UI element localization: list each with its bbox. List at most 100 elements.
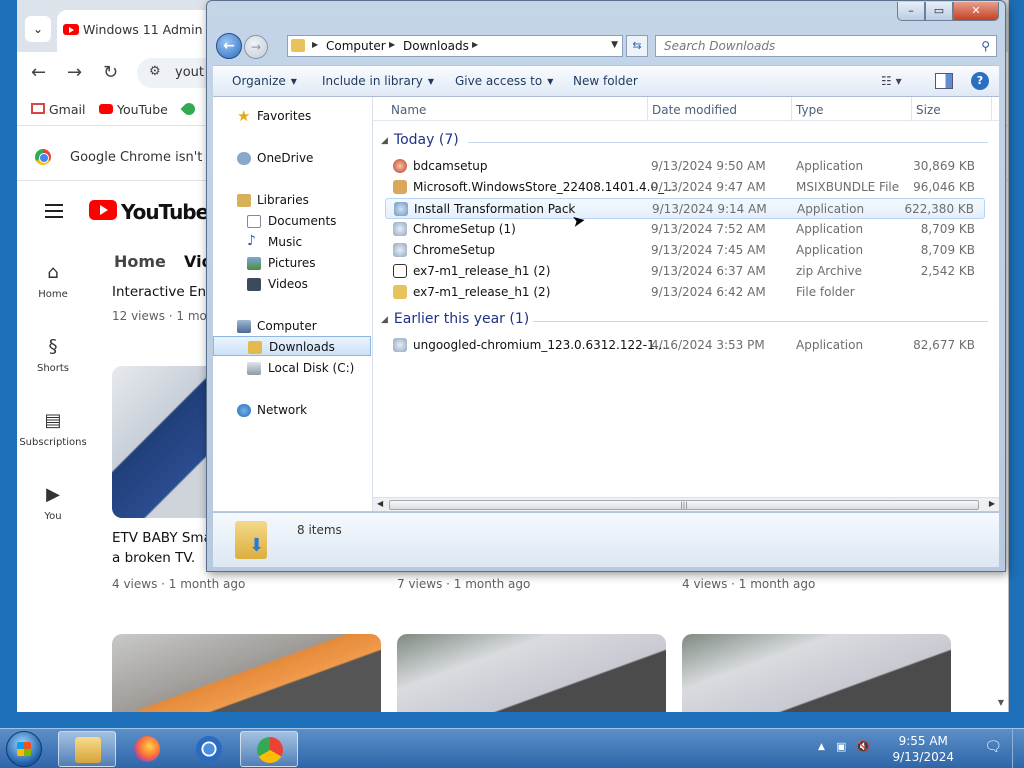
youtube-nav-shorts[interactable]: § Shorts	[17, 336, 89, 374]
minimize-button[interactable]: –	[897, 2, 925, 21]
video-title[interactable]: Interactive Ente	[112, 282, 220, 302]
start-button[interactable]	[6, 731, 42, 767]
collapse-triangle-icon[interactable]: ◢	[381, 315, 388, 325]
youtube-logo-icon[interactable]	[89, 200, 117, 220]
search-icon[interactable]: ⚲	[981, 39, 990, 53]
video-title[interactable]: ETV BABY Sma	[112, 528, 212, 548]
horizontal-scrollbar[interactable]: ◀ ||| ▶	[373, 497, 999, 511]
group-header-today[interactable]: ◢ Today (7)	[381, 132, 459, 148]
preview-pane-icon[interactable]	[935, 73, 953, 89]
file-row[interactable]: bdcamsetup 9/13/2024 9:50 AM Application…	[385, 156, 985, 177]
file-row[interactable]: ex7-m1_release_h1 (2) 9/13/2024 6:42 AM …	[385, 282, 985, 303]
back-arrow-icon[interactable]: ←	[31, 62, 46, 83]
video-meta: 4 views · 1 month ago	[112, 577, 246, 591]
file-row[interactable]: ChromeSetup 9/13/2024 7:45 AM Applicatio…	[385, 240, 985, 261]
column-divider[interactable]	[791, 97, 792, 121]
youtube-nav-home[interactable]: ⌂ Home	[17, 262, 89, 300]
action-center-icon[interactable]: 🗨	[984, 739, 1002, 755]
scroll-right-icon[interactable]: ▶	[989, 499, 995, 508]
file-row[interactable]: ungoogled-chromium_123.0.6312.122-1.... …	[385, 335, 985, 356]
menu-hamburger-icon[interactable]	[45, 204, 63, 218]
network-status-icon[interactable]: ▣	[836, 740, 846, 753]
column-name[interactable]: Name	[391, 103, 426, 117]
video-title[interactable]: a broken TV.	[112, 548, 195, 568]
search-input[interactable]: Search Downloads ⚲	[655, 35, 997, 57]
taskbar-chrome[interactable]	[240, 731, 298, 767]
bookmark-gmail[interactable]: Gmail	[31, 102, 85, 117]
nav-favorites[interactable]: ★ Favorites	[213, 106, 371, 126]
collapse-triangle-icon[interactable]: ◢	[381, 136, 388, 146]
column-date-modified[interactable]: Date modified	[652, 103, 737, 117]
taskbar-chromium[interactable]	[180, 731, 238, 767]
scrollbar-thumb[interactable]: |||	[389, 500, 979, 510]
command-bar: Organize ▼ Include in library ▼ Give acces…	[213, 65, 999, 97]
volume-muted-icon[interactable]: 🔇	[856, 740, 870, 753]
file-row[interactable]: ex7-m1_release_h1 (2) 9/13/2024 6:37 AM …	[385, 261, 985, 282]
give-access-button[interactable]: Give access to ▼	[455, 74, 553, 88]
chrome-logo-icon	[35, 149, 51, 165]
breadcrumb-separator-icon[interactable]: ▶	[312, 40, 318, 49]
site-info-icon[interactable]: ⚙	[149, 64, 161, 79]
nav-computer[interactable]: Computer	[213, 316, 371, 336]
address-bar[interactable]: ▶ Computer ▶ Downloads ▶ ▼	[287, 35, 623, 57]
navigation-pane: ★ Favorites OneDrive Libraries Documents …	[213, 97, 373, 511]
breadcrumb-separator-icon[interactable]: ▶	[472, 40, 478, 49]
file-row[interactable]: ChromeSetup (1) 9/13/2024 7:52 AM Applic…	[385, 219, 985, 240]
nav-music[interactable]: ♪ Music	[213, 232, 371, 252]
chevron-down-icon[interactable]: ▼	[611, 40, 618, 50]
video-thumbnail[interactable]	[397, 634, 666, 712]
refresh-button[interactable]: ⇆	[626, 35, 648, 57]
breadcrumb-computer[interactable]: Computer	[326, 39, 386, 53]
youtube-wordmark[interactable]: YouTube	[121, 200, 209, 224]
show-desktop-button[interactable]	[1012, 729, 1024, 768]
clock[interactable]: 9:55 AM 9/13/2024	[892, 733, 954, 765]
taskbar-firefox[interactable]	[118, 731, 176, 767]
organize-button[interactable]: Organize ▼	[232, 74, 297, 88]
forward-arrow-icon[interactable]: →	[67, 62, 82, 83]
column-size[interactable]: Size	[916, 103, 941, 117]
scroll-down-icon[interactable]: ▼	[998, 698, 1004, 707]
reload-icon[interactable]: ↻	[103, 62, 118, 83]
group-header-earlier-this-year[interactable]: ◢ Earlier this year (1)	[381, 311, 529, 327]
youtube-nav-subscriptions[interactable]: ▤ Subscriptions	[17, 410, 89, 448]
maximize-button[interactable]: ▭	[925, 2, 953, 21]
nav-downloads[interactable]: Downloads	[213, 336, 371, 356]
bookmark-youtube[interactable]: YouTube	[99, 102, 168, 117]
include-in-library-button[interactable]: Include in library ▼	[322, 74, 434, 88]
taskbar-explorer[interactable]	[58, 731, 116, 767]
nav-libraries[interactable]: Libraries	[213, 190, 371, 210]
file-row[interactable]: Microsoft.WindowsStore_22408.1401.4.0_..…	[385, 177, 985, 198]
close-button[interactable]: ✕	[953, 2, 999, 21]
forward-button[interactable]: →	[244, 35, 268, 59]
downloads-folder-icon	[235, 521, 267, 559]
column-divider[interactable]	[991, 97, 992, 121]
show-hidden-icons-icon[interactable]: ▲	[818, 742, 825, 752]
video-thumbnail[interactable]	[112, 634, 381, 712]
tab-home[interactable]: Home	[114, 252, 166, 271]
scroll-left-icon[interactable]: ◀	[377, 499, 383, 508]
column-divider[interactable]	[911, 97, 912, 121]
breadcrumb-separator-icon[interactable]: ▶	[389, 40, 395, 49]
column-type[interactable]: Type	[796, 103, 824, 117]
nav-documents[interactable]: Documents	[213, 211, 371, 231]
clock-time: 9:55 AM	[898, 734, 948, 748]
nav-onedrive[interactable]: OneDrive	[213, 148, 371, 168]
nav-local-disk[interactable]: Local Disk (C:)	[213, 358, 371, 378]
nav-pictures[interactable]: Pictures	[213, 253, 371, 273]
nav-network[interactable]: Network	[213, 400, 371, 420]
help-icon[interactable]: ?	[971, 72, 989, 90]
setup-app-icon	[393, 338, 407, 352]
video-thumbnail[interactable]	[682, 634, 951, 712]
new-folder-button[interactable]: New folder	[573, 74, 638, 88]
nav-videos[interactable]: Videos	[213, 274, 371, 294]
change-view-icon[interactable]: ☷ ▾	[881, 74, 902, 88]
youtube-nav-you[interactable]: ▶ You	[17, 484, 89, 522]
system-tray: ▲ ▣ 🔇 9:55 AM 9/13/2024 🗨	[814, 729, 1024, 768]
column-headers: Name Date modified Type Size	[373, 97, 999, 121]
libraries-icon	[237, 194, 251, 207]
breadcrumb-downloads[interactable]: Downloads	[403, 39, 469, 53]
file-row-hovered[interactable]: Install Transformation Pack 9/13/2024 9:…	[385, 198, 985, 219]
back-button[interactable]: ←	[216, 33, 242, 59]
tab-search-button[interactable]: ⌄	[25, 16, 51, 42]
column-divider[interactable]	[647, 97, 648, 121]
